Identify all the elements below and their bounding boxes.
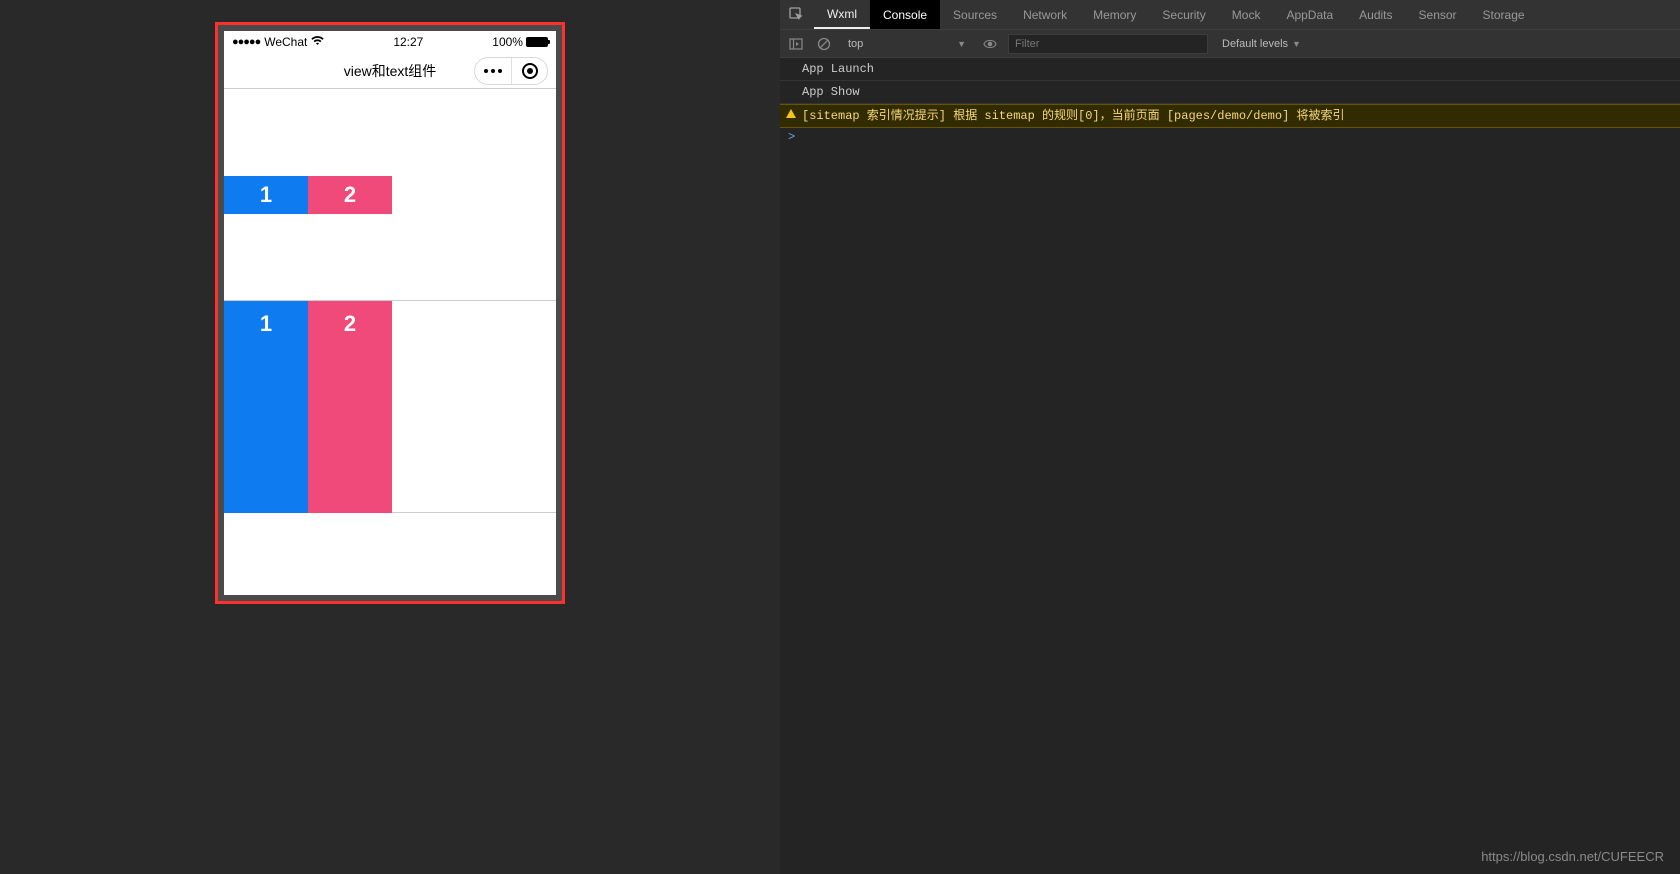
status-left: ●●●●● WeChat <box>232 35 324 49</box>
log-info: App Launch <box>780 58 1680 81</box>
log-warn: [sitemap 索引情况提示] 根据 sitemap 的规则[0]，当前页面 … <box>780 104 1680 128</box>
battery-icon <box>526 37 548 47</box>
warn-mid: 根据 sitemap 的规则[0]，当前页面 <box>946 109 1167 123</box>
section-b: 1 2 <box>224 301 556 513</box>
inspect-element-button[interactable] <box>786 4 808 26</box>
page-content: 1 2 1 2 <box>224 89 556 595</box>
ellipsis-icon <box>484 69 502 73</box>
watermark: https://blog.csdn.net/CUFEECR <box>1481 849 1664 864</box>
tab-sensor[interactable]: Sensor <box>1406 0 1470 29</box>
box-b-1: 1 <box>224 301 308 513</box>
devtools-tabs: Wxml Console Sources Network Memory Secu… <box>780 0 1680 30</box>
tab-mock[interactable]: Mock <box>1219 0 1274 29</box>
box-a-2: 2 <box>308 176 392 214</box>
tab-memory[interactable]: Memory <box>1080 0 1149 29</box>
live-expression-button[interactable] <box>980 34 1000 54</box>
page-title: view和text组件 <box>344 61 437 81</box>
clear-console-button[interactable] <box>814 34 834 54</box>
simulator-highlight-frame: ●●●●● WeChat 12:27 100% view和text组件 <box>215 22 565 604</box>
chevron-down-icon: ▼ <box>1292 39 1301 49</box>
tab-appdata[interactable]: AppData <box>1273 0 1346 29</box>
log-info: App Show <box>780 81 1680 104</box>
signal-dots-icon: ●●●●● <box>232 36 260 48</box>
tab-storage[interactable]: Storage <box>1470 0 1538 29</box>
tab-sources[interactable]: Sources <box>940 0 1010 29</box>
warn-path: [pages/demo/demo] <box>1167 109 1289 123</box>
capsule-menu-button[interactable] <box>475 58 511 84</box>
levels-label: Default levels <box>1222 38 1288 50</box>
execution-context-select[interactable]: top ▼ <box>842 34 972 54</box>
filter-input[interactable] <box>1008 34 1208 54</box>
console-body[interactable]: App Launch App Show [sitemap 索引情况提示] 根据 … <box>780 58 1680 874</box>
section-a: 1 2 <box>224 89 556 301</box>
wifi-icon <box>311 35 324 49</box>
row-b: 1 2 <box>224 301 556 513</box>
battery-pct: 100% <box>492 35 523 49</box>
console-prompt[interactable]: > <box>780 128 1680 146</box>
warn-suffix: 将被索引 <box>1289 109 1344 123</box>
capsule-close-button[interactable] <box>511 58 547 84</box>
target-icon <box>522 63 538 79</box>
log-levels-select[interactable]: Default levels ▼ <box>1222 38 1301 50</box>
status-bar: ●●●●● WeChat 12:27 100% <box>224 31 556 53</box>
capsule <box>474 57 548 85</box>
devtools-panel: Wxml Console Sources Network Memory Secu… <box>780 0 1680 874</box>
status-time: 12:27 <box>393 35 423 49</box>
box-b-2: 2 <box>308 301 392 513</box>
context-label: top <box>848 38 863 50</box>
carrier-label: WeChat <box>264 35 307 49</box>
tab-wxml[interactable]: Wxml <box>814 0 870 29</box>
tab-console[interactable]: Console <box>870 0 940 29</box>
row-a: 1 2 <box>224 176 392 214</box>
tab-audits[interactable]: Audits <box>1346 0 1405 29</box>
tab-security[interactable]: Security <box>1149 0 1218 29</box>
warn-prefix: [sitemap 索引情况提示] <box>802 109 946 123</box>
status-right: 100% <box>492 35 548 49</box>
box-a-1: 1 <box>224 176 308 214</box>
console-toolbar: top ▼ Default levels ▼ <box>780 30 1680 58</box>
chevron-down-icon: ▼ <box>957 39 966 49</box>
nav-bar: view和text组件 <box>224 53 556 89</box>
phone-simulator: ●●●●● WeChat 12:27 100% view和text组件 <box>224 31 556 595</box>
tab-network[interactable]: Network <box>1010 0 1080 29</box>
toggle-sidebar-button[interactable] <box>786 34 806 54</box>
